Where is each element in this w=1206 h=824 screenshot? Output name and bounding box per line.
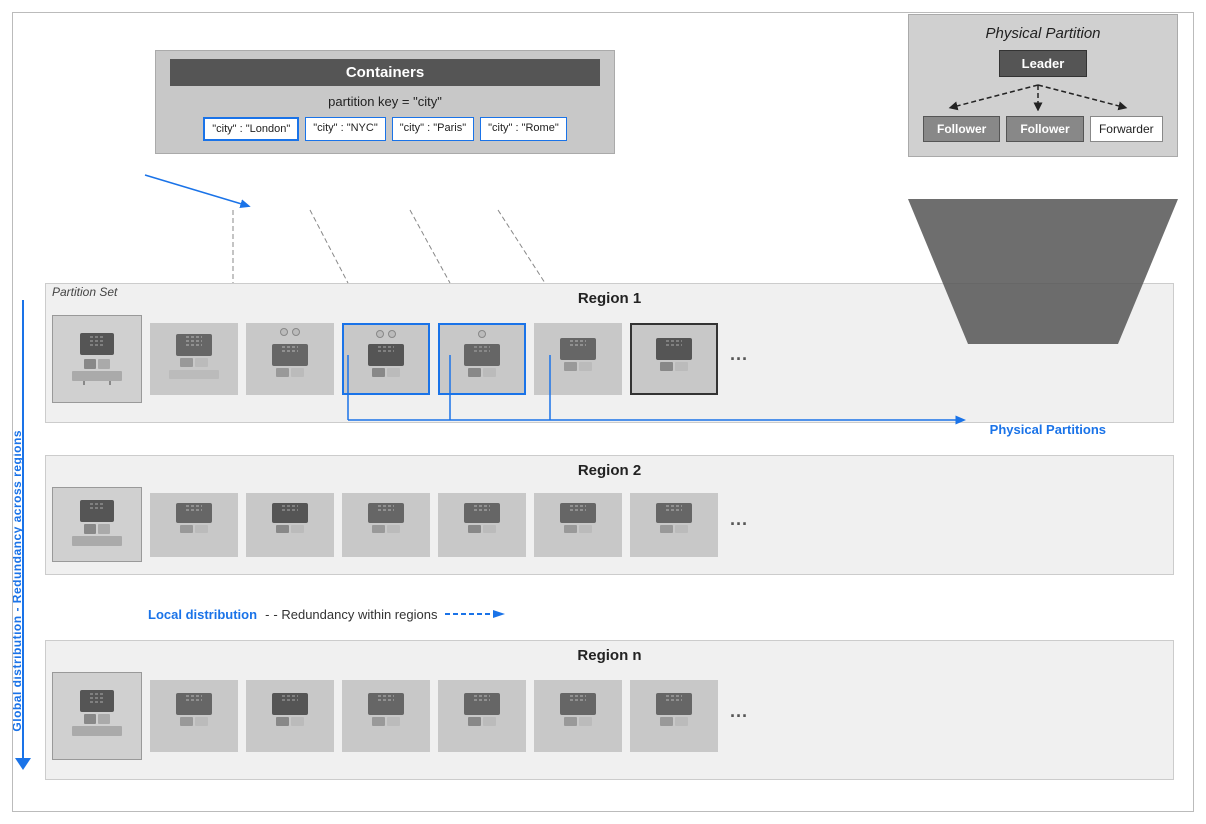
regionn-title: Region n — [46, 641, 1173, 664]
region1-partition-1 — [150, 323, 238, 395]
regionn-content: ··· — [46, 668, 1173, 766]
region2-partitions-row: ··· — [150, 493, 1163, 557]
region2-more-dots: ··· — [730, 514, 748, 535]
local-dist-label: Local distribution — [148, 607, 257, 622]
region2-title: Region 2 — [46, 456, 1173, 479]
region1-partition-2 — [246, 323, 334, 395]
region1-partition-6 — [630, 323, 718, 395]
follower2-box: Follower — [1006, 116, 1083, 142]
region2-partition-3 — [342, 493, 430, 557]
region1-partition-3 — [342, 323, 430, 395]
r2-mini-server-3 — [351, 497, 421, 553]
physical-partition-box: Physical Partition Leader Follower Follo… — [908, 14, 1178, 157]
regionn-partition-set-cell — [52, 672, 142, 760]
regionn-more-dots: ··· — [730, 706, 748, 727]
local-dist-desc: - — [265, 607, 269, 622]
region2-content: ··· — [46, 483, 1173, 568]
regionn-partition-3 — [342, 680, 430, 752]
mini-server-1 — [159, 330, 229, 388]
r2-mini-server-5 — [543, 497, 613, 553]
r2-mini-server-2 — [255, 497, 325, 553]
rn-mini-server-6 — [639, 687, 709, 745]
forwarder-box: Forwarder — [1090, 116, 1163, 142]
global-dist-arrow-head — [15, 758, 31, 770]
partition-key-label: partition key = "city" — [170, 94, 600, 109]
physical-partition-title: Physical Partition — [923, 25, 1163, 42]
region1-partition-set-cell — [52, 315, 142, 403]
mini-server-6 — [639, 330, 709, 388]
rn-mini-server-2 — [255, 687, 325, 745]
key-nyc: "city" : "NYC" — [305, 117, 386, 141]
key-paris: "city" : "Paris" — [392, 117, 474, 141]
physical-partitions-label: Physical Partitions — [990, 422, 1106, 437]
key-rome: "city" : "Rome" — [480, 117, 567, 141]
r2-mini-server-6 — [639, 497, 709, 553]
region1-partition-4 — [438, 323, 526, 395]
leader-box: Leader — [999, 50, 1088, 77]
regionn-partition-1 — [150, 680, 238, 752]
region1-more-dots: ··· — [730, 349, 748, 370]
r2-mini-server-4 — [447, 497, 517, 553]
local-dist-desc2: - Redundancy within regions — [273, 607, 437, 622]
local-dist-row: Local distribution - - Redundancy within… — [148, 606, 505, 622]
region-n-box: Region n — [45, 640, 1174, 780]
region2-partition-5 — [534, 493, 622, 557]
region1-partition-5 — [534, 323, 622, 395]
region2-server-icon — [62, 496, 132, 554]
key-london: "city" : "London" — [203, 117, 299, 141]
partition-keys-row: "city" : "London" "city" : "NYC" "city" … — [170, 117, 600, 141]
regionn-server-icon — [62, 686, 132, 746]
rn-mini-server-4 — [447, 687, 517, 745]
region1-partitions-row: ··· — [150, 323, 1163, 395]
mini-server-4 — [447, 330, 517, 388]
regionn-partition-4 — [438, 680, 526, 752]
region2-partition-6 — [630, 493, 718, 557]
region2-partition-4 — [438, 493, 526, 557]
regionn-partitions-row: ··· — [150, 680, 1163, 752]
region2-partition-1 — [150, 493, 238, 557]
regionn-partition-2 — [246, 680, 334, 752]
global-dist-label: Global distribution - Redundancy across … — [10, 430, 24, 732]
leader-arrows-svg — [923, 83, 1153, 111]
follower1-box: Follower — [923, 116, 1000, 142]
r2-mini-server-1 — [159, 497, 229, 553]
mini-server-2 — [255, 330, 325, 388]
mini-server-3 — [351, 330, 421, 388]
region1-content: ··· — [46, 311, 1173, 409]
containers-box: Containers partition key = "city" "city"… — [155, 50, 615, 154]
region1-server-icon — [62, 329, 132, 389]
mini-server-5 — [543, 330, 613, 388]
region-1-box: Region 1 — [45, 283, 1174, 423]
region1-title: Region 1 — [46, 284, 1173, 307]
region-2-box: Region 2 — [45, 455, 1174, 575]
main-container: Physical Partition Leader Follower Follo… — [0, 0, 1206, 824]
regionn-partition-6 — [630, 680, 718, 752]
region2-partition-set-cell — [52, 487, 142, 562]
rn-mini-server-5 — [543, 687, 613, 745]
regionn-partition-5 — [534, 680, 622, 752]
rn-mini-server-3 — [351, 687, 421, 745]
partition-set-label: Partition Set — [52, 285, 117, 299]
local-dist-arrow — [445, 606, 505, 622]
containers-title: Containers — [170, 59, 600, 86]
region2-partition-2 — [246, 493, 334, 557]
rn-mini-server-1 — [159, 687, 229, 745]
